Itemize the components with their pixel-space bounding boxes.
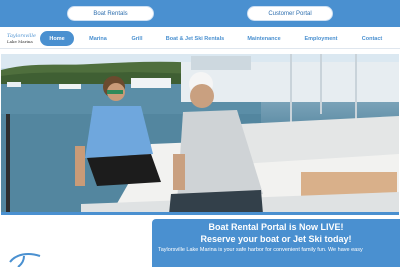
rope-post [6,114,10,214]
customer-portal-button[interactable]: Customer Portal [247,6,333,21]
distant-boat [59,84,81,89]
promo-banner: Boat Rental Portal is Now LIVE! Reserve … [152,219,400,267]
distant-houseboat [131,78,171,88]
nav-item-maintenance[interactable]: Maintenance [243,31,285,46]
boat-rentals-button[interactable]: Boat Rentals [67,6,154,21]
script-logo-fragment [6,248,56,268]
promo-body-text: Taylorsville Lake Marina is your safe ha… [158,247,363,253]
sunglasses [107,90,123,94]
person-right-arm [173,154,185,190]
hero-scene [1,54,399,214]
nav-item-marina[interactable]: Marina [84,31,112,46]
nav-item-home[interactable]: Home [40,31,74,46]
script-logo-icon [9,253,41,268]
nav-divider [0,48,400,49]
hero-bottom-border [1,212,399,215]
distant-boat [7,82,21,87]
nav-item-grill[interactable]: Grill [124,31,150,46]
promo-subheadline: Reserve your boat or Jet Ski today! [200,234,352,244]
top-bar: Boat Rentals Customer Portal [0,0,400,27]
marina-roof [191,56,251,70]
main-nav: Home Marina Grill Boat & Jet Ski Rentals… [0,30,400,48]
person-left-shirt [85,106,153,158]
nav-item-rentals[interactable]: Boat & Jet Ski Rentals [163,31,227,46]
nav-item-contact[interactable]: Contact [356,31,388,46]
person-left-arm [75,146,85,186]
hero-photo [1,54,399,214]
person-right-face [190,84,214,108]
person-right-shorts [169,190,263,214]
promo-headline: Boat Rental Portal is Now LIVE! [208,222,344,232]
nav-item-employment[interactable]: Employment [301,31,341,46]
person-left-shorts [87,154,161,186]
